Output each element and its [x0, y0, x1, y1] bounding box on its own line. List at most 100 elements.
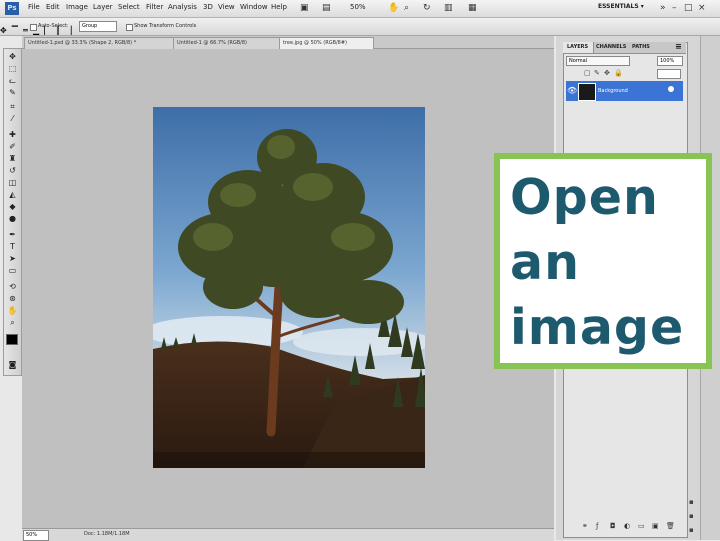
- menu-analysis[interactable]: Analysis: [168, 3, 197, 11]
- lock-all-icon[interactable]: 🔒: [614, 69, 623, 77]
- path-select-tool-icon[interactable]: ➤: [6, 253, 19, 265]
- hand-tool-icon[interactable]: ✋: [388, 3, 399, 13]
- zoom-tool-icon[interactable]: ⌕: [6, 317, 19, 329]
- zoom-tool-icon[interactable]: ⌕: [404, 3, 409, 13]
- workspace-switcher[interactable]: ESSENTIALS ▾: [598, 3, 644, 10]
- tab-untitled-1[interactable]: Untitled-1 @ 66.7% (RGB/8): [173, 37, 282, 49]
- marquee-tool-icon[interactable]: ⬚: [6, 63, 19, 75]
- brush-tool-icon[interactable]: ✐: [6, 141, 19, 153]
- status-bar: 50% Doc: 1.18M/1.18M: [22, 528, 554, 541]
- pen-tool-icon[interactable]: ✒: [6, 229, 19, 241]
- blur-tool-icon[interactable]: ◆: [6, 201, 19, 213]
- menu-help[interactable]: Help: [271, 3, 287, 11]
- tab-tree-jpg[interactable]: tree.jpg @ 50% (RGB/8#): [279, 37, 374, 49]
- lock-row: ▢ ✎ ✥ 🔒: [566, 69, 683, 79]
- healing-brush-icon[interactable]: ✚: [6, 129, 19, 141]
- menu-view[interactable]: View: [218, 3, 235, 11]
- 3d-orbit-tool-icon[interactable]: ⊛: [6, 293, 19, 305]
- link-layers-icon[interactable]: ⚭: [582, 522, 588, 530]
- menu-filter[interactable]: Filter: [146, 3, 163, 11]
- fill-field[interactable]: [657, 69, 681, 79]
- move-tool-icon[interactable]: ✥: [6, 51, 19, 63]
- lock-transparent-icon[interactable]: ▢: [584, 69, 591, 77]
- type-tool-icon[interactable]: T: [6, 241, 19, 253]
- show-transform-label: Show Transform Controls: [134, 23, 197, 29]
- shape-tool-icon[interactable]: ▭: [6, 265, 19, 277]
- zoom-field[interactable]: 50%: [23, 530, 49, 541]
- menu-edit[interactable]: Edit: [46, 3, 60, 11]
- layer-name[interactable]: Background: [598, 88, 628, 94]
- blend-mode-dropdown[interactable]: Normal: [566, 56, 630, 66]
- show-transform-checkbox[interactable]: [126, 24, 133, 31]
- menu-select[interactable]: Select: [118, 3, 140, 11]
- align-middle-icon[interactable]: ═: [23, 26, 28, 35]
- hand-tool-icon[interactable]: ✋: [6, 305, 19, 317]
- panel-icon-1[interactable]: ▪: [689, 498, 694, 506]
- new-layer-icon[interactable]: ▣: [652, 522, 659, 530]
- layer-mask-icon[interactable]: ◘: [610, 522, 616, 530]
- menu-bar: Ps File Edit Image Layer Select Filter A…: [0, 0, 720, 18]
- clone-stamp-icon[interactable]: ♜: [6, 153, 19, 165]
- mini-bridge-icon[interactable]: ▤: [322, 3, 331, 13]
- minimize-button[interactable]: –: [672, 3, 677, 13]
- tools-panel: ✥ ⬚ ᓚ ✎ ⌗ ⁄ ✚ ✐ ♜ ↺ ◫ ◭ ◆ ● ✒ T ➤ ▭ ⟲ ⊛ …: [3, 48, 22, 376]
- layer-lock-icon: [668, 86, 674, 92]
- tab-paths[interactable]: PATHS: [632, 44, 650, 50]
- tree-photo: [153, 107, 425, 468]
- opacity-field[interactable]: 100%: [657, 56, 683, 66]
- callout-box: Open an image: [494, 153, 712, 369]
- bridge-icon[interactable]: ▣: [300, 3, 309, 13]
- panel-icon-2[interactable]: ▪: [689, 512, 694, 520]
- history-brush-icon[interactable]: ↺: [6, 165, 19, 177]
- dodge-tool-icon[interactable]: ●: [6, 213, 19, 225]
- screen-mode-icon[interactable]: ▦: [468, 3, 477, 13]
- photoshop-logo: Ps: [5, 2, 19, 15]
- layer-thumbnail: [578, 83, 596, 101]
- 3d-rotate-tool-icon[interactable]: ⟲: [6, 281, 19, 293]
- collapsed-panel-icons: ▪ ▪ ▪: [688, 498, 700, 538]
- lock-pixels-icon[interactable]: ✎: [594, 69, 600, 77]
- adjustment-layer-icon[interactable]: ◐: [624, 522, 630, 530]
- menu-window[interactable]: Window: [240, 3, 268, 11]
- crop-tool-icon[interactable]: ⌗: [6, 101, 19, 113]
- auto-select-checkbox[interactable]: [30, 24, 37, 31]
- panel-icon-3[interactable]: ▪: [689, 526, 694, 534]
- gradient-tool-icon[interactable]: ◭: [6, 189, 19, 201]
- new-group-icon[interactable]: ▭: [638, 522, 645, 530]
- document-info[interactable]: Doc: 1.18M/1.18M: [84, 531, 130, 537]
- auto-select-dropdown[interactable]: Group: [79, 21, 117, 32]
- cs-live-icon[interactable]: »: [660, 3, 666, 13]
- layers-panel-footer: ⚭ ƒ ◘ ◐ ▭ ▣ 🗑: [566, 522, 684, 532]
- zoom-level-dropdown[interactable]: 50%: [350, 3, 366, 11]
- blend-row: Normal 100%: [566, 56, 683, 66]
- eyedropper-tool-icon[interactable]: ⁄: [6, 113, 19, 125]
- quick-select-tool-icon[interactable]: ✎: [6, 87, 19, 99]
- eye-icon[interactable]: 👁: [567, 86, 577, 95]
- rotate-view-icon[interactable]: ↻: [423, 3, 431, 13]
- auto-select-label: Auto-Select:: [38, 23, 69, 29]
- tab-layers[interactable]: LAYERS: [567, 44, 588, 50]
- document-tab-bar: Untitled-1.psd @ 33.3% (Shape 2, RGB/8) …: [22, 36, 554, 49]
- menu-image[interactable]: Image: [66, 3, 88, 11]
- close-icon[interactable]: ×: [698, 3, 706, 13]
- restore-button[interactable]: □: [684, 3, 693, 13]
- arrange-documents-icon[interactable]: ▥: [444, 3, 453, 13]
- menu-3d[interactable]: 3D: [203, 3, 213, 11]
- foreground-color-swatch[interactable]: [6, 334, 18, 345]
- align-top-icon[interactable]: ▔: [12, 26, 18, 35]
- lock-position-icon[interactable]: ✥: [604, 69, 610, 77]
- menu-file[interactable]: File: [28, 3, 40, 11]
- eraser-tool-icon[interactable]: ◫: [6, 177, 19, 189]
- tab-untitled-1-psd[interactable]: Untitled-1.psd @ 33.3% (Shape 2, RGB/8) …: [24, 37, 176, 49]
- layer-style-icon[interactable]: ƒ: [596, 522, 598, 530]
- lasso-tool-icon[interactable]: ᓚ: [6, 75, 19, 87]
- menu-layer[interactable]: Layer: [93, 3, 113, 11]
- move-tool-icon[interactable]: ✥: [0, 26, 7, 35]
- quick-mask-icon[interactable]: ◙: [6, 359, 19, 371]
- options-bar: ✥ Auto-Select: Group Show Transform Cont…: [0, 18, 720, 36]
- tab-channels[interactable]: CHANNELS: [596, 44, 626, 50]
- layers-panel-tabs: LAYERS CHANNELS PATHS ≡: [563, 42, 686, 54]
- trash-icon[interactable]: 🗑: [666, 522, 675, 530]
- panel-menu-icon[interactable]: ≡: [675, 42, 682, 51]
- callout-text: Open an image: [510, 169, 685, 356]
